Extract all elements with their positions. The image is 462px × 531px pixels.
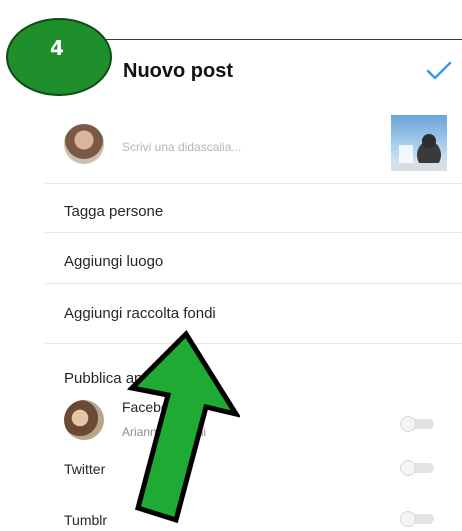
twitter-label: Twitter [64,461,106,477]
toggle-knob [400,460,416,476]
step-number: 4 [50,36,64,60]
divider [45,232,462,233]
post-thumbnail[interactable] [391,115,447,171]
tag-people-option[interactable]: Tagga persone [64,203,163,220]
divider [45,183,462,184]
divider [45,343,462,344]
tumblr-toggle[interactable] [400,511,436,527]
step-number-badge: 4 [6,18,112,96]
add-fundraiser-option[interactable]: Aggiungi raccolta fondi [64,305,216,322]
caption-input[interactable] [122,136,372,158]
photo-thumbnail-image [391,134,447,171]
divider [45,283,462,284]
user-avatar [64,124,104,164]
checkmark-icon[interactable] [424,58,454,84]
toggle-knob [400,511,416,527]
pointer-arrow-icon [126,330,240,524]
facebook-avatar [64,400,104,440]
header-divider [52,39,462,40]
toggle-knob [400,416,416,432]
page-title: Nuovo post [123,60,233,82]
tumblr-label: Tumblr [64,512,108,528]
twitter-toggle[interactable] [400,460,436,476]
facebook-toggle[interactable] [400,416,436,432]
add-location-option[interactable]: Aggiungi luogo [64,253,163,270]
